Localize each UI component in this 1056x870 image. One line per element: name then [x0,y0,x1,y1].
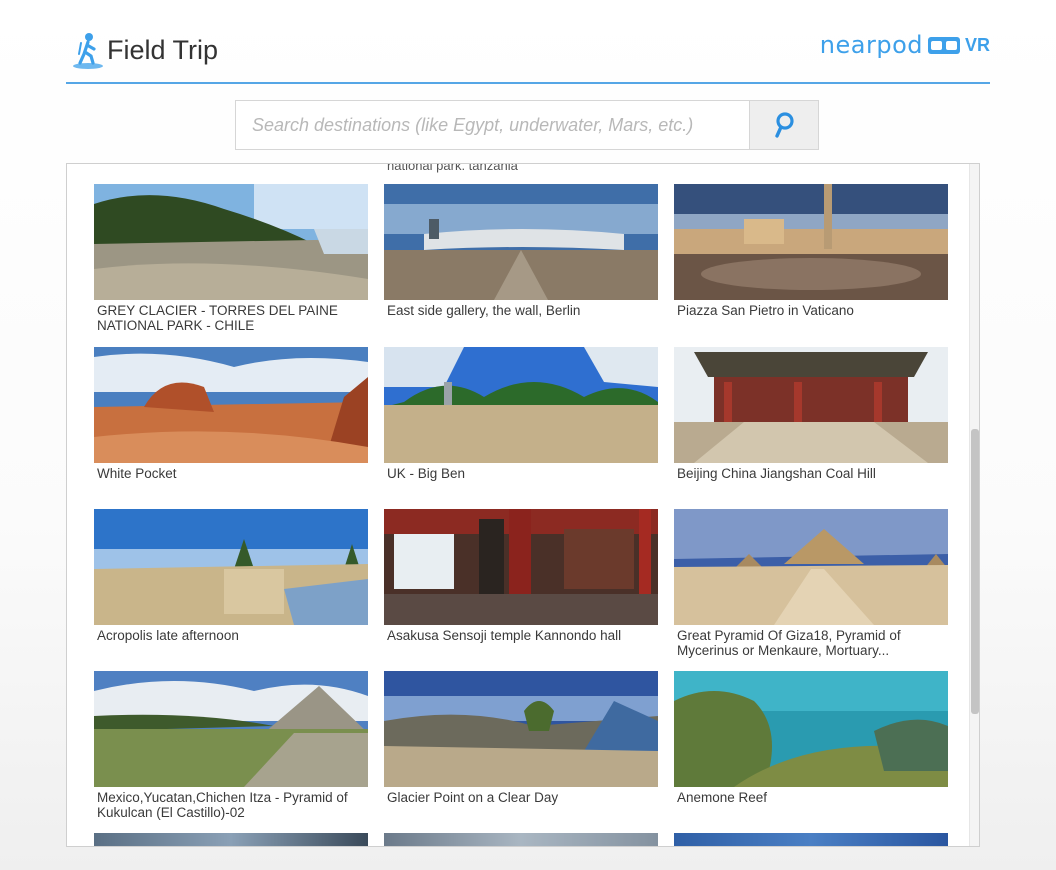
search-input[interactable] [235,100,749,150]
destination-caption: Anemone Reef [677,790,768,805]
search-icon [775,112,794,138]
destination-thumbnail[interactable] [94,184,368,300]
search-bar [235,100,819,150]
destination-caption: White Pocket [97,466,177,481]
destination-caption: UK - Big Ben [387,466,466,481]
destination-thumbnail-partial[interactable] [94,833,368,846]
destination-thumbnail[interactable] [94,509,368,625]
destination-caption: Mexico,Yucatan,Chichen Itza - Pyramid of… [97,790,348,820]
destination-thumbnail[interactable] [384,509,658,625]
destination-caption: Asakusa Sensoji temple Kannondo hall [387,628,622,643]
destination-card[interactable]: Asakusa Sensoji temple Kannondo hall [384,509,658,643]
destination-thumbnail[interactable] [674,347,948,463]
destination-card[interactable]: Great Pyramid Of Giza18, Pyramid of Myce… [674,509,948,658]
destination-thumbnail-partial[interactable] [674,833,948,846]
destination-card[interactable]: East side gallery, the wall, Berlin [384,184,658,318]
destination-card[interactable]: Mexico,Yucatan,Chichen Itza - Pyramid of… [94,671,368,820]
destination-thumbnail[interactable] [94,347,368,463]
header: Field Trip nearpod VR [66,28,990,84]
destination-card[interactable]: UK - Big Ben [384,347,658,481]
destination-caption: Beijing China Jiangshan Coal Hill [677,466,876,481]
destination-thumbnail[interactable] [674,184,948,300]
destination-card[interactable]: Anemone Reef [674,671,948,805]
destination-thumbnail[interactable] [384,347,658,463]
destination-thumbnail-partial[interactable] [384,833,658,846]
destination-caption: Acropolis late afternoon [97,628,239,643]
cut-off-caption: national park. tanzania [387,163,518,173]
destination-caption: Piazza San Pietro in Vaticano [677,303,854,318]
destination-card[interactable]: White Pocket [94,347,368,481]
destination-caption: Great Pyramid Of Giza18, Pyramid of Myce… [677,628,901,658]
brand-suffix: VR [964,34,990,55]
destination-caption: Glacier Point on a Clear Day [387,790,559,805]
search-button[interactable] [749,100,819,150]
brand-name: nearpod [819,31,923,59]
page-title: Field Trip [107,35,219,65]
destination-thumbnail[interactable] [94,671,368,787]
hiker-icon [73,33,103,69]
vr-goggles-icon [927,37,960,54]
destination-caption: GREY CLACIER - TORRES DEL PAINE NATIONAL… [97,303,338,333]
destination-card[interactable]: Glacier Point on a Clear Day [384,671,658,805]
destination-caption: East side gallery, the wall, Berlin [387,303,581,318]
destination-card[interactable]: GREY CLACIER - TORRES DEL PAINE NATIONAL… [94,184,368,333]
destination-thumbnail[interactable] [384,184,658,300]
nearpod-vr-logo[interactable]: nearpod VR [819,31,990,59]
destination-card[interactable]: Acropolis late afternoon [94,509,368,643]
scrollbar-thumb[interactable] [971,429,979,714]
destination-results: national park. tanzania GREY CLACIER - T… [66,163,980,847]
results-scrollbar[interactable] [969,164,979,846]
destination-card[interactable]: Beijing China Jiangshan Coal Hill [674,347,948,481]
destination-thumbnail[interactable] [674,671,948,787]
destination-card[interactable]: Piazza San Pietro in Vaticano [674,184,948,318]
destination-thumbnail[interactable] [674,509,948,625]
destination-thumbnail[interactable] [384,671,658,787]
